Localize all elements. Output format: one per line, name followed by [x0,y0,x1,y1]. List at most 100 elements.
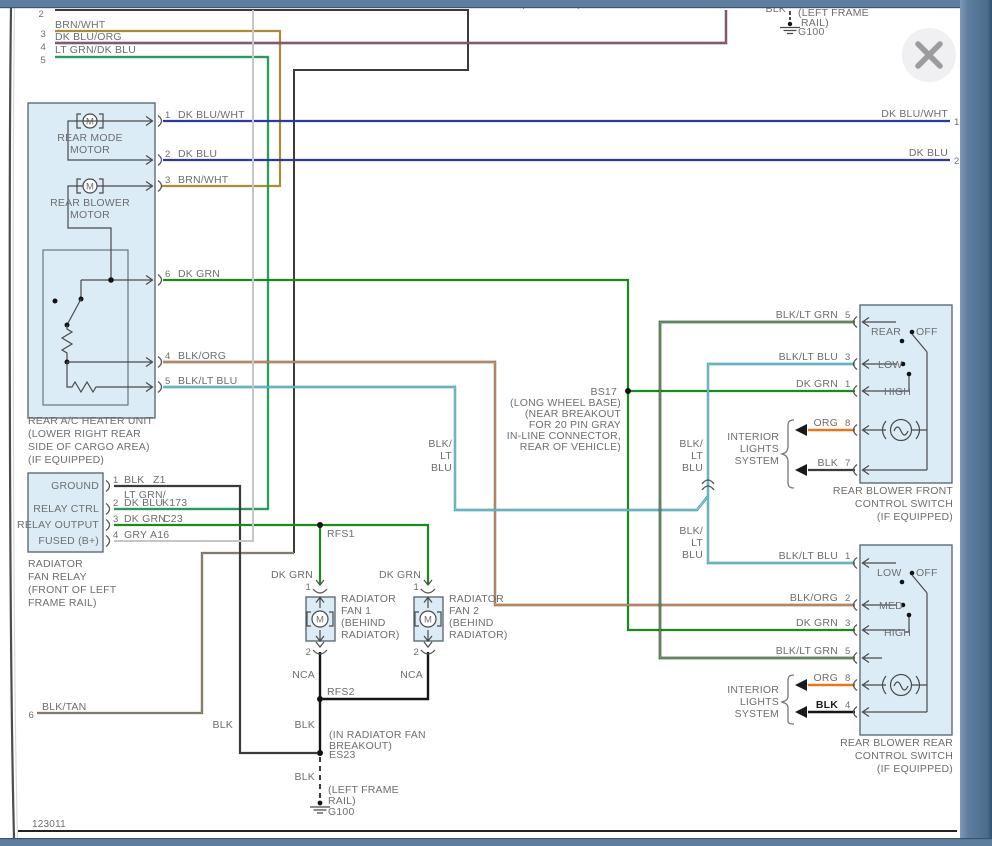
front-pin-7-wire: BLK [818,457,838,469]
heater-caption-2: (LOWER RIGHT REAR [28,428,141,440]
motor-m: M [316,615,324,626]
rear-pin-8-wire: ORG [813,672,838,684]
heater-pin-1: 1 [165,110,170,121]
heater-pin-2: 2 [165,149,170,160]
arrow-left-icon [795,706,807,718]
arrow-left-icon [795,424,807,436]
heater-pin-2-wire: DK BLU [178,148,217,160]
frame-top-bar [0,0,992,8]
arrow-left-icon [795,464,807,476]
rear-position-off: OFF [916,567,938,579]
wire-blk-lt-grn [660,322,855,658]
relay-caption-3: (FRONT OF LEFT [28,584,117,596]
relay-pin-4-circuit: A16 [150,529,169,541]
splice-rfs2-dot [317,696,323,702]
wire-label-dk-grn-fan2: DK GRN [379,569,421,581]
wire-label-nca-2: NCA [400,669,423,681]
relay-caption-4: FRAME RAIL) [28,597,97,609]
front-pin-8-wire: ORG [813,417,838,429]
rear-blower-motor-label-2: MOTOR [70,209,110,221]
rear-pin-5: 5 [845,646,850,657]
wire-label-blk-tan: BLK/TAN [42,701,86,713]
fan1-caption-2: FAN 1 [341,605,371,617]
ground-symbol-top [780,28,800,34]
front-pin-5: 5 [845,310,850,321]
splice-es23-dot [317,750,323,756]
rear-position-high: HIGH [884,627,911,639]
interior-lights-rear [782,675,807,724]
circuit-2-number: 2 [39,9,44,20]
wire-label-blk-lt-blu-v1c: BLU [431,462,452,474]
relay-pin-2: 2 [113,498,118,509]
heater-pin-4: 4 [165,351,170,362]
wire-label-blk-lt-blu-v2a: BLK/ [679,438,703,450]
fan1-caption-4: RADIATOR) [341,629,400,641]
arrow-left-icon [795,679,807,691]
rear-switch-caption-1: REAR BLOWER REAR [840,737,953,749]
wire-label-blk-2: BLK [295,719,315,731]
front-switch-caption-3: (IF EQUIPPED) [877,511,953,523]
heater-pin-5-wire: BLK/LT BLU [178,375,237,387]
ils-rear-3: SYSTEM [735,708,779,720]
rear-pin-1: 1 [845,551,850,562]
wire-dk-blu-org [55,10,726,43]
ils-rear-2: LIGHTS [740,696,779,708]
wire-label-blk-3: BLK [295,771,315,783]
heater-pin-3: 3 [165,175,170,186]
wiring-diagram-viewer: M M M [0,0,992,846]
relay-pin-4: 4 [113,530,118,541]
wire-label-blk-lt-blu-v1b: LT [440,450,452,462]
motor-m: M [424,615,432,626]
wire-label-blk-lt-blu-v1a: BLK/ [428,438,452,450]
sheet-number: 123011 [32,819,66,830]
front-switch-caption-2: CONTROL SWITCH [855,498,953,510]
ground-g100-bottom-dot [318,801,323,806]
frame-right-bar[interactable] [960,0,992,846]
ground-g100-top-dot [788,22,792,26]
front-pin-3-wire: BLK/LT BLU [779,351,838,363]
rear-switch-caption-3: (IF EQUIPPED) [877,763,953,775]
front-position-low: LOW [878,359,903,371]
relay-pin-2-circuit: K173 [162,497,187,509]
ils-front-3: SYSTEM [735,455,779,467]
rear-mode-motor-label-1: REAR MODE [57,132,122,144]
rear-pin-2-wire: BLK/ORG [790,592,838,604]
relay-pin-4-wire: GRY [124,529,147,541]
front-pin-7: 7 [845,458,850,469]
relay-pin-1-circuit: Z1 [153,474,166,486]
wire-label-dk-grn-fan1: DK GRN [271,569,313,581]
wire-label-dk-blu-wht-exit: DK BLU/WHT [881,108,948,120]
heater-pin-1-wire: DK BLU/WHT [178,109,245,121]
circuit-5-number: 5 [41,55,46,66]
fan2-caption-1: RADIATOR [449,593,504,605]
wire-label-dk-blu-exit: DK BLU [909,147,948,159]
interior-lights-front [782,420,807,488]
heater-pin-4-wire: BLK/ORG [178,350,226,362]
rear-switch-caption-2: CONTROL SWITCH [855,750,953,762]
heater-caption-4: (IF EQUIPPED) [28,454,104,466]
ils-rear-1: INTERIOR [727,684,779,696]
front-position-rear: REAR [871,326,901,338]
frame-bottom-bar-edge [0,838,992,839]
fan1-caption-3: (BEHIND [341,617,386,629]
wire-label-blk-lt-blu-v3c: BLU [682,549,703,561]
circuit-3-number: 3 [41,29,46,40]
splice-bs17-dot [625,388,631,394]
rear-pin-3: 3 [845,618,850,629]
fan1-caption-1: RADIATOR [341,593,396,605]
wire-label-brn-wht: BRN/WHT [55,19,106,31]
rear-pin-8: 8 [845,673,850,684]
front-pin-1: 1 [845,379,850,390]
ils-front-1: INTERIOR [727,431,779,443]
brace-icon [782,675,794,724]
front-pin-3: 3 [845,352,850,363]
wire-label-blk-lt-blu-v2c: BLU [682,462,703,474]
heater-caption-1: REAR A/C HEATER UNIT [28,415,154,427]
exit-2-number: 2 [954,156,959,167]
rear-switch-box [860,545,952,735]
relay-terminal-relay-output: RELAY OUTPUT [17,519,99,531]
motor-m: M [86,117,94,128]
front-pin-5-wire: BLK/LT GRN [776,309,838,321]
close-button[interactable] [902,28,956,82]
relay-pin-3: 3 [113,514,118,525]
